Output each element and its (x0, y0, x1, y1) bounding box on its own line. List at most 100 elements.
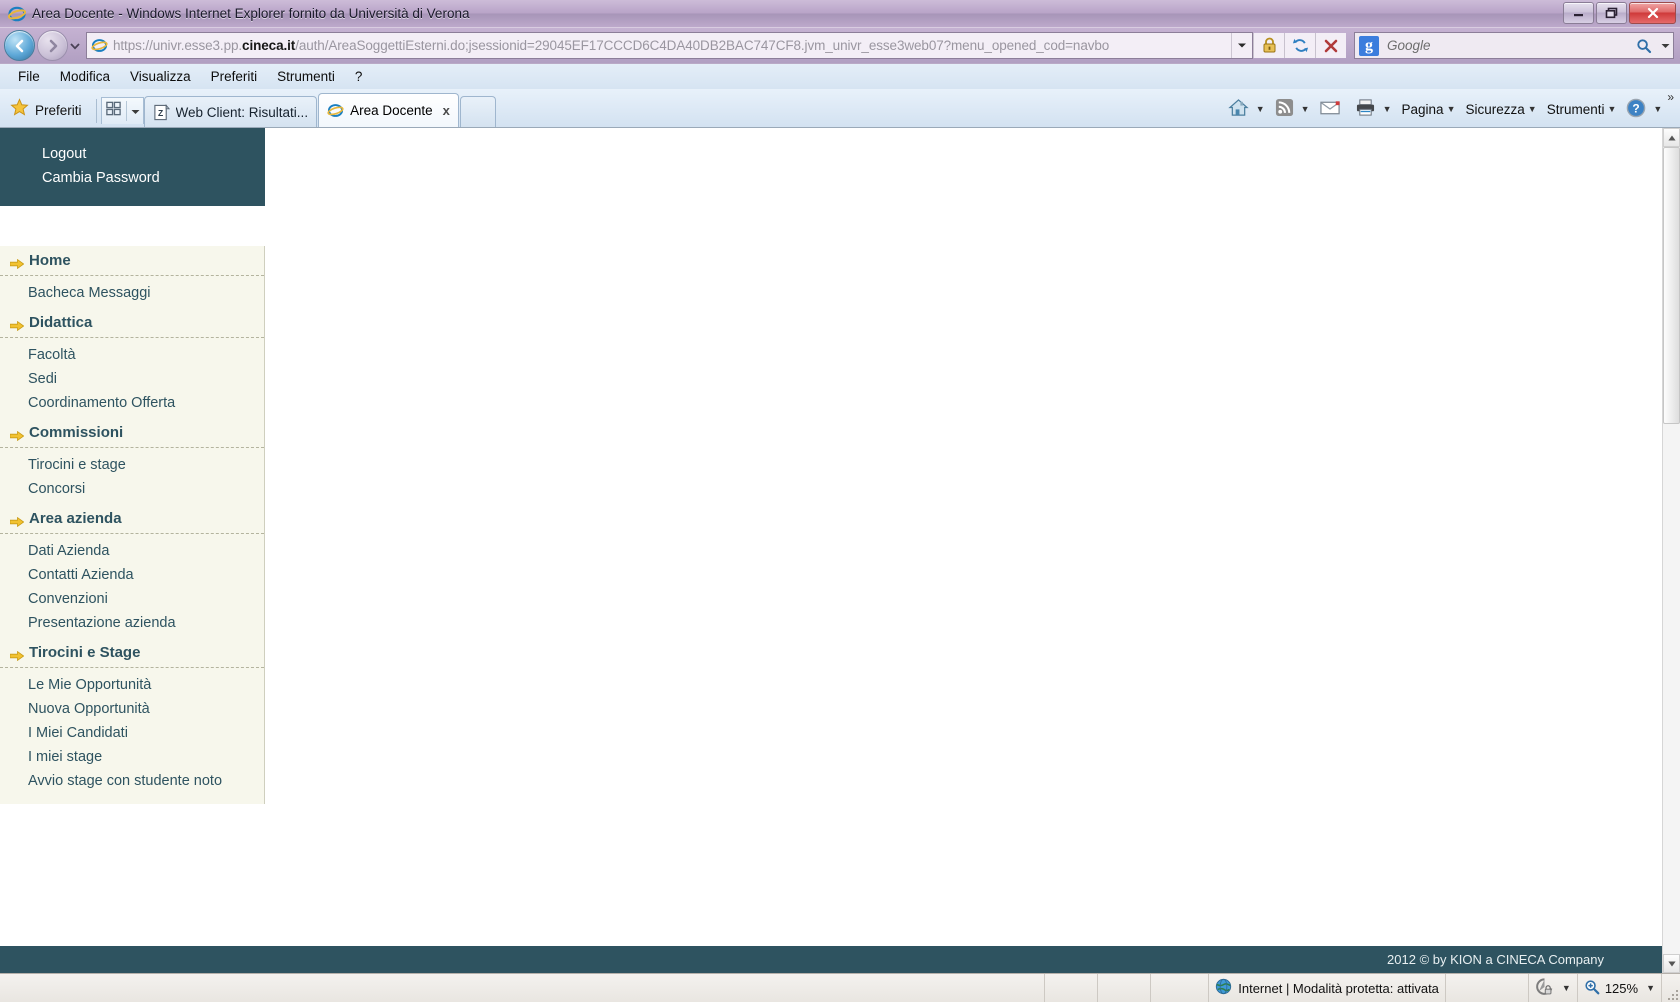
chevron-down-icon[interactable]: ▼ (1528, 104, 1537, 114)
security-zone[interactable]: Internet | Modalità protetta: attivata (1209, 974, 1446, 1002)
sidebar-link-i-miei-stage[interactable]: I miei stage (0, 745, 264, 769)
chevron-down-icon[interactable]: ▼ (1301, 104, 1310, 114)
sidebar-spacer (0, 206, 265, 246)
sidebar-link-facolta[interactable]: Facoltà (0, 343, 264, 367)
scrollbar-track[interactable] (1663, 147, 1680, 954)
url-text[interactable]: https://univr.esse3.pp.cineca.it/auth/Ar… (113, 38, 1231, 53)
chevron-down-icon[interactable]: ▼ (1653, 104, 1662, 114)
menu-item-file[interactable]: File (8, 67, 50, 86)
site-sidebar: Logout Cambia Password Home Bacheca Mess… (0, 128, 265, 804)
tools-menu-button[interactable]: Strumenti ▼ (1542, 95, 1622, 123)
search-input[interactable]: Google (1387, 38, 1631, 53)
sidebar-section-home[interactable]: Home (0, 246, 264, 276)
sidebar-link-bacheca-messaggi[interactable]: Bacheca Messaggi (0, 281, 264, 305)
zoom-control[interactable]: 125% ▼ (1578, 974, 1662, 1002)
search-provider-dropdown[interactable] (1657, 43, 1673, 49)
chevron-down-icon[interactable]: ▼ (1256, 104, 1265, 114)
sidebar-section-didattica[interactable]: Didattica (0, 308, 264, 338)
sidebar-section-area-azienda[interactable]: Area azienda (0, 504, 264, 534)
quick-tabs-icon (105, 100, 122, 122)
chevron-down-icon[interactable]: ▼ (1383, 104, 1392, 114)
favorites-button[interactable]: Preferiti (8, 95, 92, 125)
refresh-button[interactable] (1284, 33, 1315, 58)
tab-web-client[interactable]: Z Web Client: Risultati... (143, 96, 318, 127)
quick-tabs-dropdown-icon[interactable] (131, 102, 140, 120)
forward-button[interactable] (37, 30, 68, 61)
menu-item-strumenti[interactable]: Strumenti (267, 67, 345, 86)
back-button[interactable] (4, 30, 35, 61)
sidebar-link-presentazione-azienda[interactable]: Presentazione azienda (0, 611, 264, 635)
title-bar: Area Docente - Windows Internet Explorer… (0, 0, 1680, 28)
sidebar-link-contatti-azienda[interactable]: Contatti Azienda (0, 563, 264, 587)
menu-item-modifica[interactable]: Modifica (50, 67, 120, 86)
close-button[interactable] (1629, 2, 1676, 24)
tools-menu-label: Strumenti (1546, 101, 1605, 117)
page-menu-button[interactable]: Pagina ▼ (1397, 95, 1461, 123)
tab-label: Web Client: Risultati... (175, 104, 309, 120)
url-dropdown-button[interactable] (1231, 33, 1252, 58)
menu-item-preferiti[interactable]: Preferiti (201, 67, 268, 86)
page-menu-label: Pagina (1401, 101, 1444, 117)
sidebar-section-tirocini-e-stage[interactable]: Tirocini e Stage (0, 638, 264, 668)
resize-grip[interactable] (1662, 974, 1680, 1002)
security-menu-button[interactable]: Sicurezza ▼ (1460, 95, 1541, 123)
zimbra-icon: Z (153, 103, 170, 121)
sidebar-link-cambia-password[interactable]: Cambia Password (0, 166, 265, 190)
feeds-button[interactable]: ▼ (1270, 95, 1315, 123)
chevron-down-icon[interactable]: ▼ (1646, 983, 1655, 993)
security-lock-icon[interactable] (1253, 33, 1284, 58)
stop-button[interactable] (1315, 33, 1346, 58)
sidebar-link-i-miei-candidati[interactable]: I Miei Candidati (0, 721, 264, 745)
status-segment-5 (1446, 974, 1529, 1002)
sidebar-link-nuova-opportunita[interactable]: Nuova Opportunità (0, 697, 264, 721)
recent-pages-button[interactable] (68, 42, 82, 50)
sidebar-nav: Home Bacheca Messaggi Didattica Facoltà … (0, 246, 265, 804)
new-tab-button[interactable] (459, 96, 496, 127)
url-path: /auth/AreaSoggettiEsterni.do;jsessionid=… (295, 38, 1110, 53)
close-icon[interactable]: x (443, 103, 450, 118)
chevron-down-icon[interactable]: ▼ (1562, 983, 1571, 993)
help-menu-button[interactable]: ? ▼ (1621, 95, 1667, 123)
sidebar-link-dati-azienda[interactable]: Dati Azienda (0, 539, 264, 563)
status-segment-1 (992, 974, 1046, 1002)
quick-tabs-button[interactable] (100, 97, 144, 124)
sidebar-section-label: Didattica (29, 314, 93, 331)
sidebar-section-label: Tirocini e Stage (29, 644, 141, 661)
yellow-arrow-icon (9, 514, 25, 527)
search-bar[interactable]: g Google (1354, 32, 1674, 59)
protected-mode-icon (1535, 977, 1554, 999)
sidebar-link-sedi[interactable]: Sedi (0, 367, 264, 391)
tab-area-docente[interactable]: Area Docente x (318, 93, 459, 127)
home-button[interactable]: ▼ (1223, 95, 1270, 123)
sidebar-link-convenzioni[interactable]: Convenzioni (0, 587, 264, 611)
overflow-chevron-icon[interactable]: » (1667, 90, 1674, 104)
menu-item-help[interactable]: ? (345, 67, 373, 86)
chevron-down-icon[interactable]: ▼ (1607, 104, 1616, 114)
sidebar-section-commissioni-links: Tirocini e stage Concorsi (0, 448, 264, 504)
site-footer: 2012 © by KION a CINECA Company (0, 946, 1662, 973)
sidebar-link-le-mie-opportunita[interactable]: Le Mie Opportunità (0, 673, 264, 697)
vertical-scrollbar[interactable] (1662, 128, 1680, 973)
protected-mode-indicator[interactable]: ▼ (1529, 974, 1578, 1002)
mail-button[interactable] (1315, 95, 1350, 123)
mail-icon (1319, 100, 1341, 119)
sidebar-link-tirocini-e-stage[interactable]: Tirocini e stage (0, 453, 264, 477)
print-button[interactable]: ▼ (1350, 95, 1397, 123)
sidebar-link-coordinamento-offerta[interactable]: Coordinamento Offerta (0, 391, 264, 415)
sidebar-link-avvio-stage-con-studente-noto[interactable]: Avvio stage con studente noto (0, 769, 264, 793)
url-scheme: https:// (113, 38, 153, 53)
favorites-label: Preferiti (35, 102, 82, 118)
restore-button[interactable] (1596, 2, 1627, 24)
sidebar-link-concorsi[interactable]: Concorsi (0, 477, 264, 501)
minimize-button[interactable] (1563, 2, 1594, 24)
scrollbar-thumb[interactable] (1663, 147, 1680, 424)
search-submit-button[interactable] (1631, 38, 1657, 54)
scroll-up-button[interactable] (1663, 128, 1680, 147)
sidebar-section-commissioni[interactable]: Commissioni (0, 418, 264, 448)
chevron-down-icon[interactable]: ▼ (1447, 104, 1456, 114)
sidebar-link-logout[interactable]: Logout (0, 142, 265, 166)
menu-item-visualizza[interactable]: Visualizza (120, 67, 201, 86)
url-bar[interactable]: https://univr.esse3.pp.cineca.it/auth/Ar… (86, 32, 1253, 59)
svg-text:Z: Z (157, 107, 162, 117)
scroll-down-button[interactable] (1663, 954, 1680, 973)
